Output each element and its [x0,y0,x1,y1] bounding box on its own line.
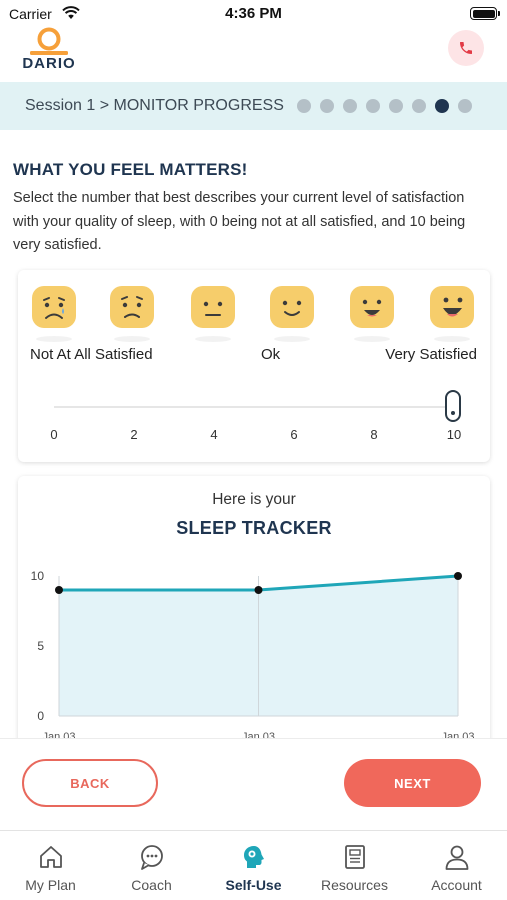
sleep-tracker-card: Here is your SLEEP TRACKER 0 5 10 Jan 03 Jan… [18,476,490,766]
chart-data-point [254,586,263,594]
tab-account[interactable]: Account [406,831,507,900]
label-very-satisfied: Very Satisfied [385,346,477,363]
clock: 4:36 PM [225,5,282,22]
question-title: WHAT YOU FEEL MATTERS! [13,160,248,179]
tab-label: Coach [131,877,172,893]
satisfaction-rating-card: Not At All Satisfied Ok Very Satisfied 0… [18,270,490,462]
head-brain-icon [244,846,264,868]
action-bar: BACK NEXT [0,738,507,830]
slider-tick-label: 0 [50,427,58,442]
status-bar: Carrier 4:36 PM [0,0,507,28]
sad-face-icon[interactable] [108,284,156,330]
chat-icon [141,845,163,870]
person-icon [445,845,469,870]
tab-label: My Plan [25,877,76,893]
step-dot [366,99,380,113]
tab-self-use[interactable]: Self-Use [203,831,304,900]
satisfaction-slider-thumb[interactable] [445,390,461,422]
slider-tick-label: 10 [446,427,462,442]
back-button[interactable]: BACK [22,759,158,807]
tab-resources[interactable]: Resources [304,831,405,900]
battery-icon [470,7,500,20]
chart-y-tick-label: 0 [37,709,44,723]
slider-tick-label: 4 [210,427,218,442]
crying-face-icon[interactable] [30,284,78,330]
tab-label: Account [431,877,482,893]
step-dot [458,99,472,113]
chart-y-tick-label: 10 [31,569,45,583]
slider-tick-label: 2 [130,427,138,442]
label-ok: Ok [261,346,281,363]
call-button[interactable] [448,30,484,66]
satisfaction-slider-track[interactable] [54,406,454,408]
step-dot [297,99,311,113]
bottom-tab-bar: My Plan Coach Self-Use Resources Account [0,830,507,900]
session-progress-bar: Session 1 > MONITOR PROGRESS [0,82,507,130]
phone-icon [460,42,472,54]
tab-coach[interactable]: Coach [101,831,202,900]
chart-data-point [454,572,462,580]
smile-face-icon[interactable] [348,284,396,330]
logo-text: DARIO [22,55,76,72]
chart-data-point [55,586,63,594]
step-indicator [297,99,472,113]
step-dot-current [435,99,449,113]
slider-tick-label: 6 [290,427,298,442]
step-dot [343,99,357,113]
tab-label: Self-Use [225,877,282,893]
tab-label: Resources [321,877,388,893]
label-not-at-all-satisfied: Not At All Satisfied [30,346,153,363]
session-label: Session 1 > MONITOR PROGRESS [25,97,284,114]
step-dot [389,99,403,113]
big-smile-face-icon[interactable] [428,284,476,330]
next-button[interactable]: NEXT [344,759,481,807]
neutral-face-icon[interactable] [189,284,237,330]
step-dot [412,99,426,113]
home-icon [40,846,62,868]
slight-smile-face-icon[interactable] [268,284,316,330]
step-dot [320,99,334,113]
question-text: Select the number that best describes yo… [13,190,466,253]
tab-my-plan[interactable]: My Plan [0,831,101,900]
chart-y-tick-label: 5 [37,639,44,653]
document-icon [345,845,365,869]
slider-tick-label: 8 [370,427,378,442]
sleep-tracker-chart: 0510Jan 03 Jan 03 Jan 03 [31,569,475,743]
